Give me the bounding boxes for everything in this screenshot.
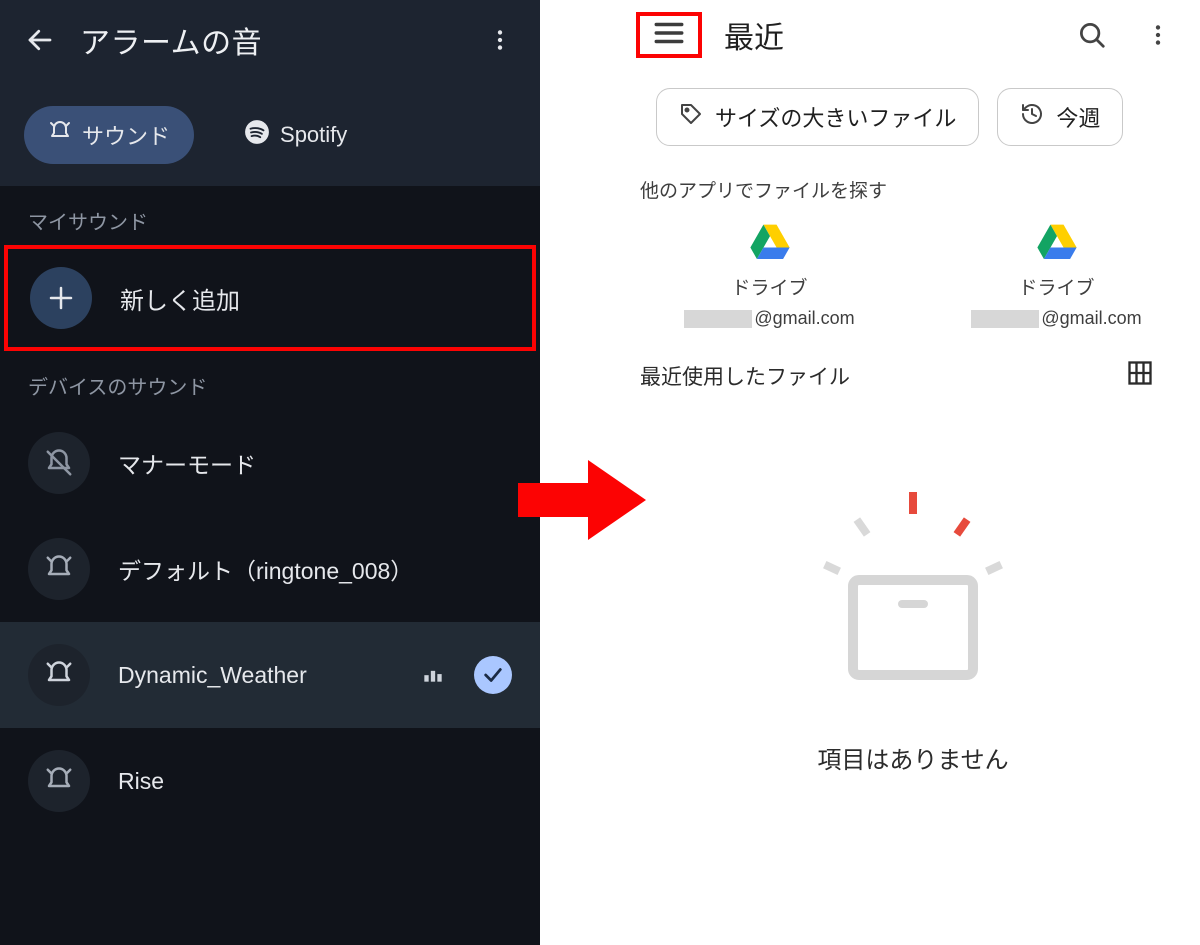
drive-account-1[interactable]: ドライブ @gmail.com [636, 223, 903, 329]
tab-spotify-label: Spotify [280, 122, 347, 148]
section-device-sounds: デバイスのサウンド [0, 351, 540, 410]
alarm-icon [28, 644, 90, 706]
sound-silent[interactable]: マナーモード [0, 410, 540, 516]
drive-icon [1037, 223, 1077, 265]
sound-default-label: デフォルト（ringtone_008） [118, 552, 512, 586]
empty-message: 項目はありません [817, 740, 1008, 775]
alarm-icon [28, 538, 90, 600]
sound-dynamic-label: Dynamic_Weather [118, 662, 392, 689]
highlight-menu [636, 12, 702, 58]
equalizer-icon [420, 660, 446, 691]
section-my-sounds: マイサウンド [0, 186, 540, 245]
plus-icon [30, 267, 92, 329]
drive-email: @gmail.com [684, 308, 854, 329]
drive-account-2[interactable]: ドライブ @gmail.com [923, 223, 1190, 329]
search-icon[interactable] [1070, 13, 1114, 57]
alarm-icon [28, 750, 90, 812]
drive-label: ドライブ [1018, 273, 1094, 300]
check-icon [474, 656, 512, 694]
other-apps-label: 他のアプリでファイルを探す [626, 146, 1200, 209]
history-icon [1020, 102, 1044, 132]
drive-icon [750, 223, 790, 265]
files-title: 最近 [724, 13, 1048, 57]
tab-spotify[interactable]: Spotify [220, 106, 371, 164]
tab-sound-label: サウンド [82, 119, 170, 151]
add-new-label: 新しく追加 [120, 281, 240, 316]
spotify-icon [244, 119, 270, 151]
alarm-bell-icon [48, 120, 72, 150]
chip-large-files[interactable]: サイズの大きいファイル [656, 88, 979, 146]
back-icon[interactable] [18, 18, 62, 62]
redacted-block [684, 310, 752, 328]
page-title: アラームの音 [80, 18, 460, 62]
more-vert-icon[interactable] [478, 18, 522, 62]
chip-week-label: 今週 [1056, 101, 1100, 133]
recent-files-label: 最近使用したファイル [640, 361, 850, 391]
empty-state: 項目はありません [626, 470, 1200, 775]
chip-large-label: サイズの大きいファイル [715, 101, 956, 133]
add-new-button[interactable]: 新しく追加 [30, 259, 510, 337]
sound-rise-label: Rise [118, 768, 512, 795]
redacted-block [971, 310, 1039, 328]
tab-sound[interactable]: サウンド [24, 106, 194, 164]
arrow-icon [518, 455, 648, 550]
more-vert-icon[interactable] [1136, 13, 1180, 57]
highlight-add-new: 新しく追加 [4, 245, 536, 351]
empty-box-icon [798, 470, 1028, 700]
alarm-sound-screen: アラームの音 サウンド Spotify マイサウンド [0, 0, 540, 945]
chip-this-week[interactable]: 今週 [997, 88, 1123, 146]
menu-icon[interactable] [652, 16, 686, 55]
sound-silent-label: マナーモード [118, 446, 512, 480]
drive-label: ドライブ [731, 273, 807, 300]
tag-icon [679, 102, 703, 132]
sound-rise[interactable]: Rise [0, 728, 540, 834]
bell-off-icon [28, 432, 90, 494]
sound-default[interactable]: デフォルト（ringtone_008） [0, 516, 540, 622]
sound-dynamic-weather[interactable]: Dynamic_Weather [0, 622, 540, 728]
drive-email: @gmail.com [971, 308, 1141, 329]
grid-view-icon[interactable] [1126, 359, 1154, 393]
alarm-header: アラームの音 サウンド Spotify [0, 0, 540, 186]
